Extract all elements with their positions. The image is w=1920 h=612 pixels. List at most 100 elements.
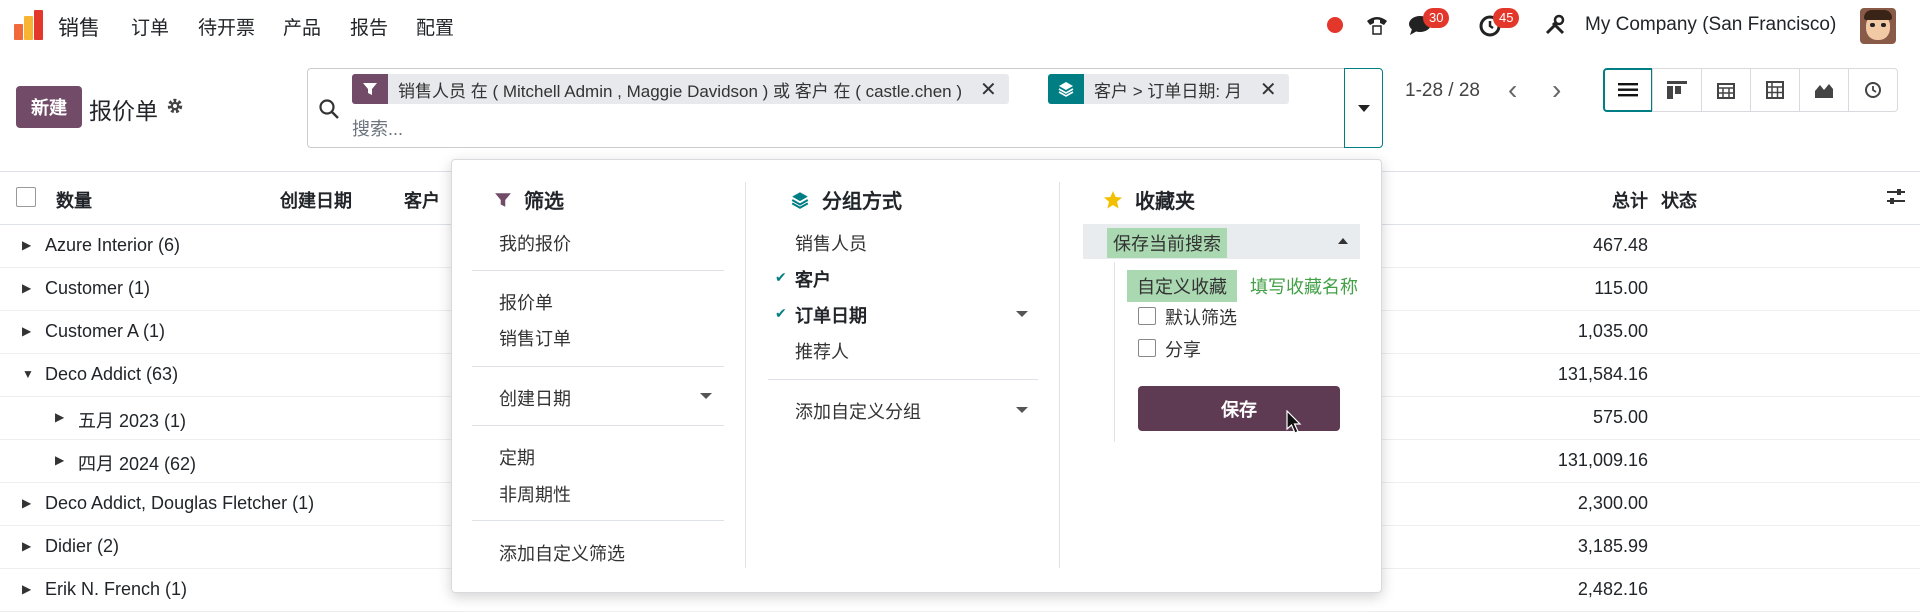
status-dot-icon[interactable] (1327, 17, 1343, 33)
kanban-view-button[interactable] (1652, 68, 1702, 112)
favorite-name-input[interactable]: 自定义收藏 (1127, 270, 1237, 302)
groupby-order-date[interactable]: 订单日期 (795, 302, 867, 328)
save-current-search-toggle[interactable]: 保存当前搜索 (1083, 224, 1360, 259)
layers-icon (1048, 74, 1084, 104)
groupby-facet[interactable]: 客户 > 订单日期: 月 ✕ (1048, 74, 1289, 104)
share-checkbox[interactable] (1138, 339, 1156, 357)
groupby-referrer[interactable]: 推荐人 (795, 338, 849, 364)
filter-facet-text: 销售人员 在 ( Mitchell Admin , Maggie Davidso… (398, 81, 962, 101)
calendar-view-button[interactable] (1701, 68, 1751, 112)
group-total: 131,584.16 (1557, 364, 1648, 384)
caret-right-icon[interactable]: ▶ (22, 539, 31, 553)
group-total: 131,009.16 (1557, 450, 1648, 470)
area-chart-icon (1815, 84, 1833, 98)
column-divider (1059, 182, 1060, 568)
group-label: Didier (2) (45, 536, 120, 556)
caret-right-icon[interactable]: ▶ (22, 238, 31, 252)
activities-badge: 45 (1493, 8, 1520, 28)
groupby-salesperson[interactable]: 销售人员 (795, 230, 867, 256)
caret-right-icon[interactable]: ▶ (55, 410, 64, 424)
default-filter-label[interactable]: 默认筛选 (1165, 304, 1237, 330)
divider (472, 270, 724, 271)
optional-columns-icon[interactable] (1885, 186, 1907, 208)
group-total: 3,185.99 (1577, 536, 1648, 556)
filter-recurring[interactable]: 定期 (499, 444, 535, 470)
top-navbar: 销售 订单 待开票 产品 报告 配置 30 45 My Company (San… (0, 0, 1920, 50)
group-label: Erik N. French (1) (45, 579, 188, 599)
caret-down-icon[interactable] (1016, 407, 1028, 413)
group-total: 2,482.16 (1577, 579, 1648, 599)
column-created-date[interactable]: 创建日期 (280, 187, 352, 213)
filters-heading: 筛选 (494, 185, 564, 214)
share-label[interactable]: 分享 (1165, 336, 1201, 362)
search-input[interactable]: 搜索... (352, 115, 403, 141)
caret-down-icon[interactable] (1016, 311, 1028, 317)
menu-orders[interactable]: 订单 (131, 13, 169, 40)
column-customer[interactable]: 客户 (404, 187, 440, 213)
gear-icon[interactable] (166, 97, 184, 115)
sales-app-logo[interactable] (14, 10, 46, 40)
menu-to-invoice[interactable]: 待开票 (198, 13, 255, 40)
column-divider (745, 182, 746, 568)
favorites-heading: 收藏夹 (1103, 185, 1195, 214)
pivot-view-button[interactable] (1750, 68, 1800, 112)
activity-view-button[interactable] (1848, 68, 1898, 112)
remove-filter-icon[interactable]: ✕ (972, 77, 1009, 102)
caret-down-icon (1357, 104, 1370, 112)
favorite-form-guide (1114, 262, 1115, 442)
menu-products[interactable]: 产品 (283, 13, 321, 40)
group-label: Deco Addict (63) (45, 364, 179, 384)
company-switcher[interactable]: My Company (San Francisco) (1585, 14, 1836, 36)
save-favorite-button[interactable]: 保存 (1138, 386, 1340, 431)
menu-configuration[interactable]: 配置 (416, 13, 454, 40)
group-total: 2,300.00 (1577, 493, 1648, 513)
filter-facet[interactable]: 销售人员 在 ( Mitchell Admin , Maggie Davidso… (352, 74, 1009, 104)
caret-right-icon[interactable]: ▶ (22, 496, 31, 510)
check-icon: ✔ (775, 269, 787, 285)
caret-right-icon[interactable]: ▶ (22, 281, 31, 295)
pager-previous-icon[interactable]: ‹ (1508, 74, 1517, 106)
new-button[interactable]: 新建 (16, 86, 82, 128)
group-total: 575.00 (1592, 407, 1648, 427)
group-label: 四月 2024 (62) (78, 454, 197, 474)
caret-right-icon[interactable]: ▶ (22, 582, 31, 596)
filter-quotes[interactable]: 报价单 (499, 289, 553, 315)
star-icon (1103, 190, 1123, 210)
tools-icon[interactable] (1544, 14, 1566, 36)
filter-icon (352, 74, 388, 104)
filter-my-quotes[interactable]: 我的报价 (499, 230, 571, 256)
pager-next-icon[interactable]: › (1552, 74, 1561, 106)
activity-view-icon (1865, 82, 1881, 98)
default-filter-checkbox[interactable] (1138, 307, 1156, 325)
phone-icon[interactable] (1364, 13, 1390, 37)
filter-non-recurring[interactable]: 非周期性 (499, 481, 571, 507)
pager-value[interactable]: 1-28 / 28 (1405, 80, 1480, 102)
group-total: 467.48 (1592, 235, 1648, 255)
caret-down-icon[interactable]: ▼ (22, 367, 34, 381)
user-avatar[interactable] (1860, 8, 1896, 44)
list-view-button[interactable] (1603, 68, 1653, 112)
save-current-search-label: 保存当前搜索 (1107, 228, 1227, 258)
filter-sales-orders[interactable]: 销售订单 (499, 325, 571, 351)
menu-reporting[interactable]: 报告 (350, 13, 388, 40)
caret-right-icon[interactable]: ▶ (55, 453, 64, 467)
layers-icon (790, 190, 810, 210)
column-count[interactable]: 数量 (56, 187, 92, 213)
add-custom-group[interactable]: 添加自定义分组 (795, 398, 921, 424)
caret-right-icon[interactable]: ▶ (22, 324, 31, 338)
column-total[interactable]: 总计 (1612, 187, 1648, 213)
page-title: 报价单 (89, 98, 158, 124)
select-all-checkbox[interactable] (16, 187, 36, 207)
kanban-view-icon (1667, 81, 1687, 99)
app-name[interactable]: 销售 (58, 12, 100, 42)
search-panel-toggle[interactable] (1344, 68, 1383, 148)
caret-down-icon[interactable] (700, 393, 712, 399)
graph-view-button[interactable] (1799, 68, 1849, 112)
column-status[interactable]: 状态 (1661, 187, 1697, 213)
group-label: Customer (1) (45, 278, 151, 298)
remove-groupby-icon[interactable]: ✕ (1252, 77, 1289, 102)
add-custom-filter[interactable]: 添加自定义筛选 (499, 540, 625, 566)
search-icon (319, 99, 339, 119)
groupby-customer[interactable]: 客户 (795, 266, 831, 292)
filter-created-date[interactable]: 创建日期 (499, 385, 571, 411)
